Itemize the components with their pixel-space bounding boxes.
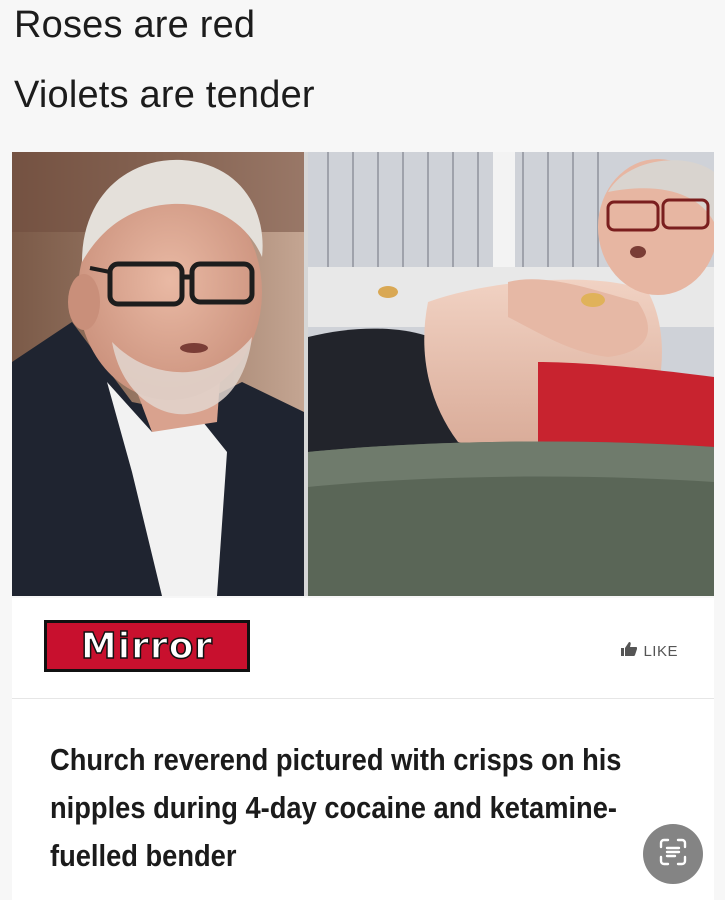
man-on-sofa-photo [308, 152, 714, 596]
thumbs-up-icon [621, 642, 638, 660]
photo-collage [12, 152, 714, 596]
man-in-glasses-photo [12, 152, 304, 596]
like-label: LIKE [643, 642, 678, 660]
text-scan-button[interactable] [643, 824, 703, 884]
article-headline[interactable]: Church reverend pictured with crisps on … [50, 736, 657, 880]
caption-line-2: Violets are tender [14, 74, 315, 116]
brand-row: Mirror LIKE [12, 598, 714, 699]
text-scan-icon [658, 837, 688, 872]
mirror-logo: Mirror [44, 620, 250, 672]
brand-name: Mirror [80, 625, 214, 668]
caption-line-1: Roses are red [14, 4, 256, 46]
like-button[interactable]: LIKE [621, 642, 678, 660]
article-card[interactable]: Mirror LIKE Church reverend pictured wit… [12, 598, 714, 900]
